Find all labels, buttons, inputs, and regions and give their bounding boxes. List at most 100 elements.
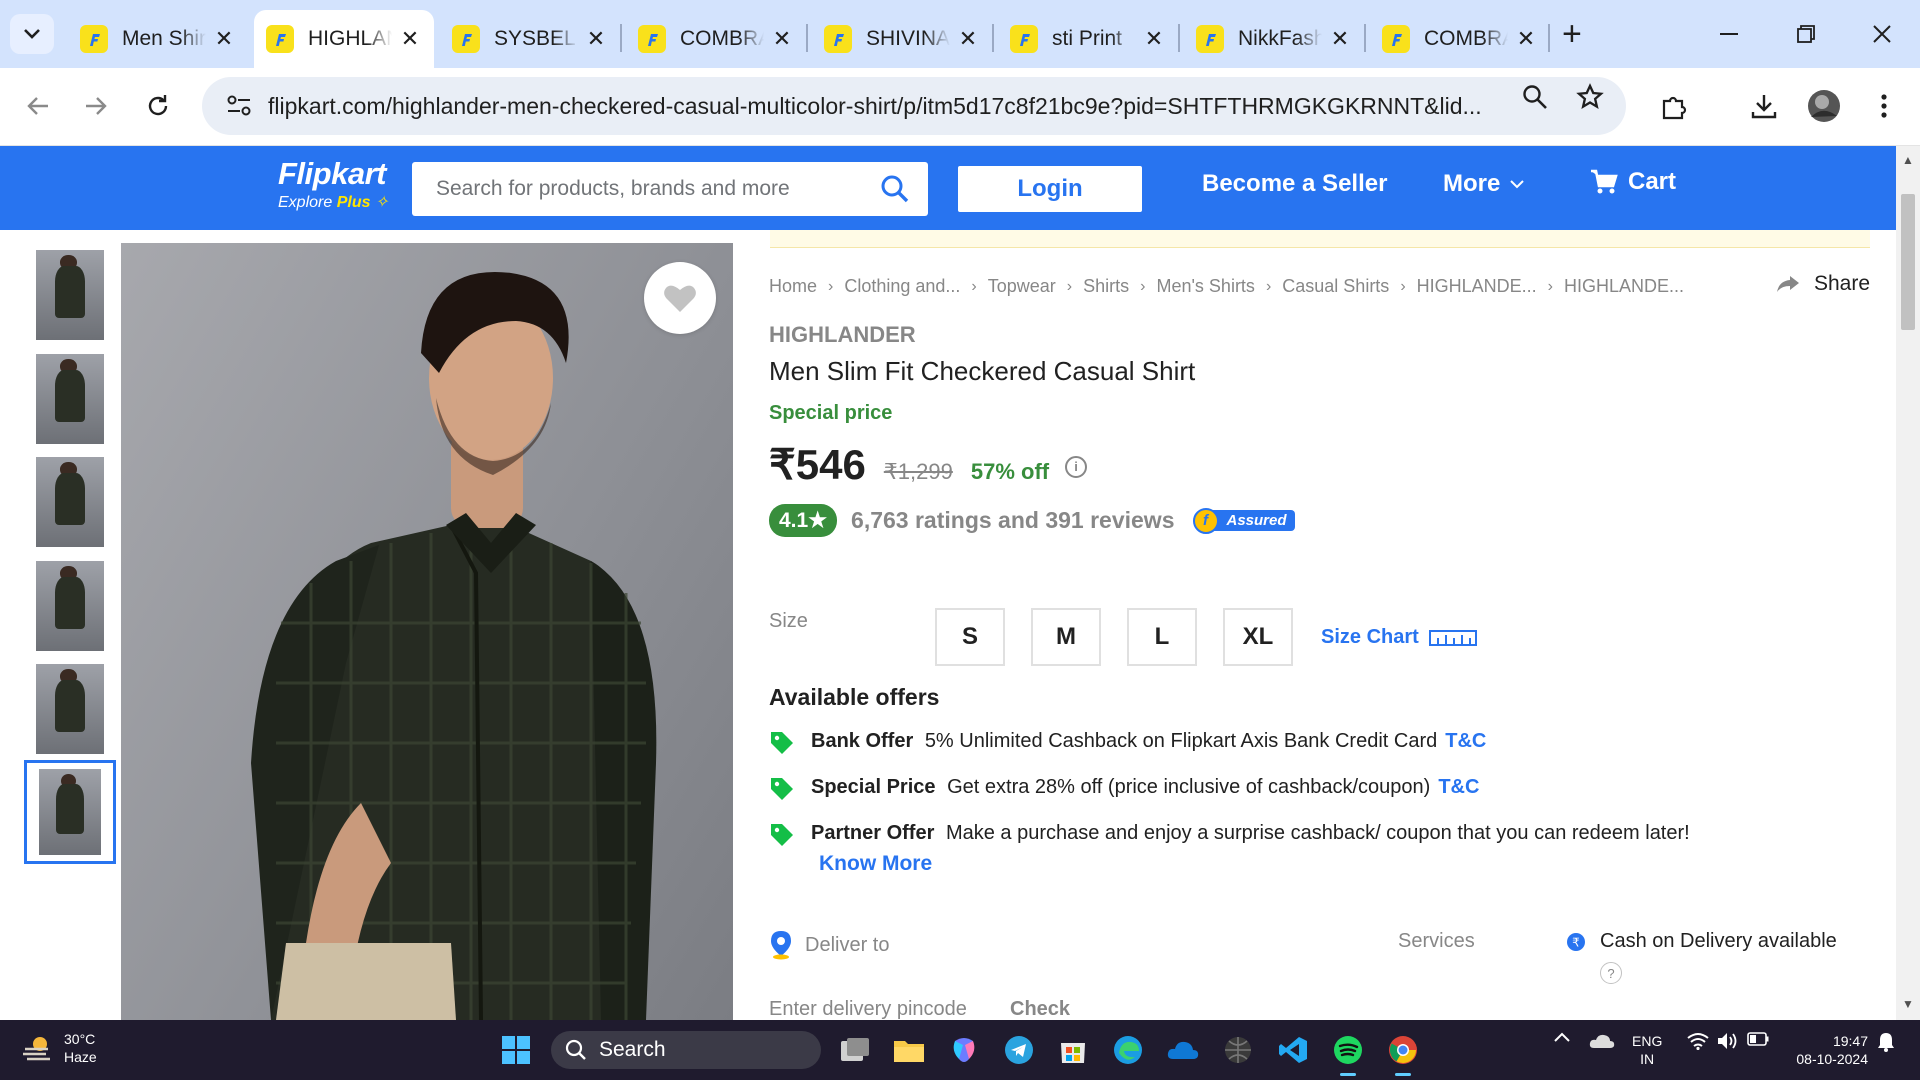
product-thumbnail[interactable] <box>36 664 104 754</box>
chrome-icon[interactable] <box>1385 1032 1421 1076</box>
volume-icon[interactable] <box>1716 1032 1740 1050</box>
rating-badge[interactable]: 4.1★ <box>769 504 838 537</box>
tnc-link[interactable]: T&C <box>1438 776 1479 798</box>
forward-button[interactable] <box>76 86 116 126</box>
tab-6[interactable]: NikkFashion ✕ <box>1184 10 1364 68</box>
offer-type: Bank Offer <box>811 730 914 752</box>
check-pincode-button[interactable]: Check <box>1010 998 1070 1021</box>
close-window-button[interactable] <box>1862 14 1902 54</box>
extensions-icon[interactable] <box>1652 84 1696 128</box>
close-tab-icon[interactable]: ✕ <box>770 26 794 52</box>
profile-avatar[interactable] <box>1802 84 1846 128</box>
weather-widget[interactable]: 30°C Haze <box>22 1030 97 1066</box>
wishlist-button[interactable] <box>644 262 716 334</box>
site-info-icon[interactable] <box>212 95 266 117</box>
edge-icon[interactable] <box>1110 1032 1146 1068</box>
close-tab-icon[interactable]: ✕ <box>1328 26 1352 52</box>
size-option-xl[interactable]: XL <box>1223 608 1293 666</box>
close-tab-icon[interactable]: ✕ <box>584 26 608 52</box>
size-option-l[interactable]: L <box>1127 608 1197 666</box>
close-tab-icon[interactable]: ✕ <box>956 26 980 52</box>
tab-2[interactable]: SYSBEL ✕ <box>440 10 620 68</box>
breadcrumb-item[interactable]: Clothing and... <box>844 276 960 297</box>
download-icon[interactable] <box>1742 84 1786 128</box>
product-thumbnail[interactable] <box>36 250 104 340</box>
search-icon[interactable] <box>880 174 910 209</box>
tab-0[interactable]: Men Shirts ✕ <box>68 10 248 68</box>
close-tab-icon[interactable]: ✕ <box>1514 26 1538 52</box>
app-globe-icon[interactable] <box>1220 1032 1256 1068</box>
wifi-icon[interactable] <box>1686 1032 1710 1050</box>
info-icon[interactable]: i <box>1065 455 1088 478</box>
system-clock[interactable]: 19:47 08-10-2024 <box>1784 1032 1868 1068</box>
restore-button[interactable] <box>1786 14 1826 54</box>
back-button[interactable] <box>18 86 58 126</box>
more-menu[interactable]: More <box>1443 170 1525 198</box>
tab-1[interactable]: HIGHLANDER ✕ <box>254 10 434 68</box>
close-tab-icon[interactable]: ✕ <box>212 26 236 52</box>
close-tab-icon[interactable]: ✕ <box>398 26 422 52</box>
flipkart-logo[interactable]: Flipkart Explore Plus ✧ <box>278 158 388 212</box>
chevron-up-icon[interactable] <box>1552 1032 1572 1042</box>
login-button[interactable]: Login <box>958 166 1142 212</box>
battery-icon[interactable] <box>1746 1032 1770 1046</box>
telegram-icon[interactable] <box>1001 1032 1037 1068</box>
product-thumbnail-selected[interactable] <box>24 760 116 864</box>
pincode-input[interactable]: Enter delivery pincode <box>769 998 999 1021</box>
address-bar[interactable]: flipkart.com/highlander-men-checkered-ca… <box>202 77 1626 135</box>
breadcrumb-item[interactable]: Men's Shirts <box>1156 276 1254 297</box>
product-brand[interactable]: HIGHLANDER <box>769 322 916 348</box>
tab-4[interactable]: SHIVINAY ✕ <box>812 10 992 68</box>
onedrive-tray-icon[interactable] <box>1588 1032 1616 1050</box>
scroll-up-icon[interactable]: ▲ <box>1902 154 1914 166</box>
become-seller-link[interactable]: Become a Seller <box>1202 170 1387 198</box>
breadcrumb-item[interactable]: Shirts <box>1083 276 1129 297</box>
offer-description: 5% Unlimited Cashback on Flipkart Axis B… <box>924 730 1438 752</box>
search-input[interactable] <box>436 177 866 201</box>
kebab-menu-icon[interactable] <box>1862 84 1906 128</box>
product-thumbnail[interactable] <box>36 457 104 547</box>
size-option-s[interactable]: S <box>935 608 1005 666</box>
language-indicator[interactable]: ENG IN <box>1632 1032 1662 1068</box>
know-more-link[interactable]: Know More <box>819 852 932 876</box>
scroll-down-icon[interactable]: ▼ <box>1902 998 1914 1010</box>
tnc-link[interactable]: T&C <box>1445 730 1486 752</box>
product-thumbnail[interactable] <box>36 354 104 444</box>
tab-3[interactable]: COMBRAIDED ✕ <box>626 10 806 68</box>
zoom-search-icon[interactable] <box>1520 82 1550 112</box>
page-scrollbar[interactable]: ▲ ▼ <box>1896 146 1920 1020</box>
cart-link[interactable]: Cart <box>1590 168 1676 196</box>
minimize-button[interactable] <box>1709 14 1749 54</box>
close-tab-icon[interactable]: ✕ <box>1142 26 1166 52</box>
url-text[interactable]: flipkart.com/highlander-men-checkered-ca… <box>268 93 1508 120</box>
notification-bell-icon[interactable] <box>1874 1032 1898 1052</box>
breadcrumb-item[interactable]: HIGHLANDE... <box>1564 276 1684 297</box>
vscode-icon[interactable] <box>1275 1032 1311 1068</box>
breadcrumb-item[interactable]: Topwear <box>988 276 1056 297</box>
share-button[interactable]: Share <box>1776 272 1870 296</box>
tab-search-button[interactable] <box>10 14 54 54</box>
scroll-thumb[interactable] <box>1901 194 1915 330</box>
size-option-m[interactable]: M <box>1031 608 1101 666</box>
product-main-image[interactable] <box>121 243 733 1020</box>
tab-5[interactable]: sti Print ✕ <box>998 10 1178 68</box>
taskbar-search[interactable]: Search <box>551 1031 821 1069</box>
size-chart-link[interactable]: Size Chart <box>1321 626 1477 649</box>
copilot-icon[interactable] <box>946 1032 982 1068</box>
breadcrumb-item[interactable]: HIGHLANDE... <box>1417 276 1537 297</box>
start-button[interactable] <box>502 1036 530 1069</box>
onedrive-icon[interactable] <box>1165 1032 1201 1068</box>
breadcrumb-item[interactable]: Home <box>769 276 817 297</box>
reload-button[interactable] <box>138 86 178 126</box>
bookmark-star-icon[interactable] <box>1575 82 1605 112</box>
spotify-icon[interactable] <box>1330 1032 1366 1076</box>
new-tab-button[interactable]: + <box>1562 17 1582 51</box>
breadcrumb-item[interactable]: Casual Shirts <box>1282 276 1389 297</box>
ratings-reviews-count[interactable]: 6,763 ratings and 391 reviews <box>851 507 1174 534</box>
microsoft-store-icon[interactable] <box>1055 1032 1091 1068</box>
tab-7[interactable]: COMBRAIDED ✕ <box>1370 10 1550 68</box>
help-icon[interactable]: ? <box>1600 962 1622 984</box>
file-explorer-icon[interactable] <box>891 1032 927 1068</box>
product-thumbnail[interactable] <box>36 561 104 651</box>
task-view-icon[interactable] <box>837 1032 873 1068</box>
